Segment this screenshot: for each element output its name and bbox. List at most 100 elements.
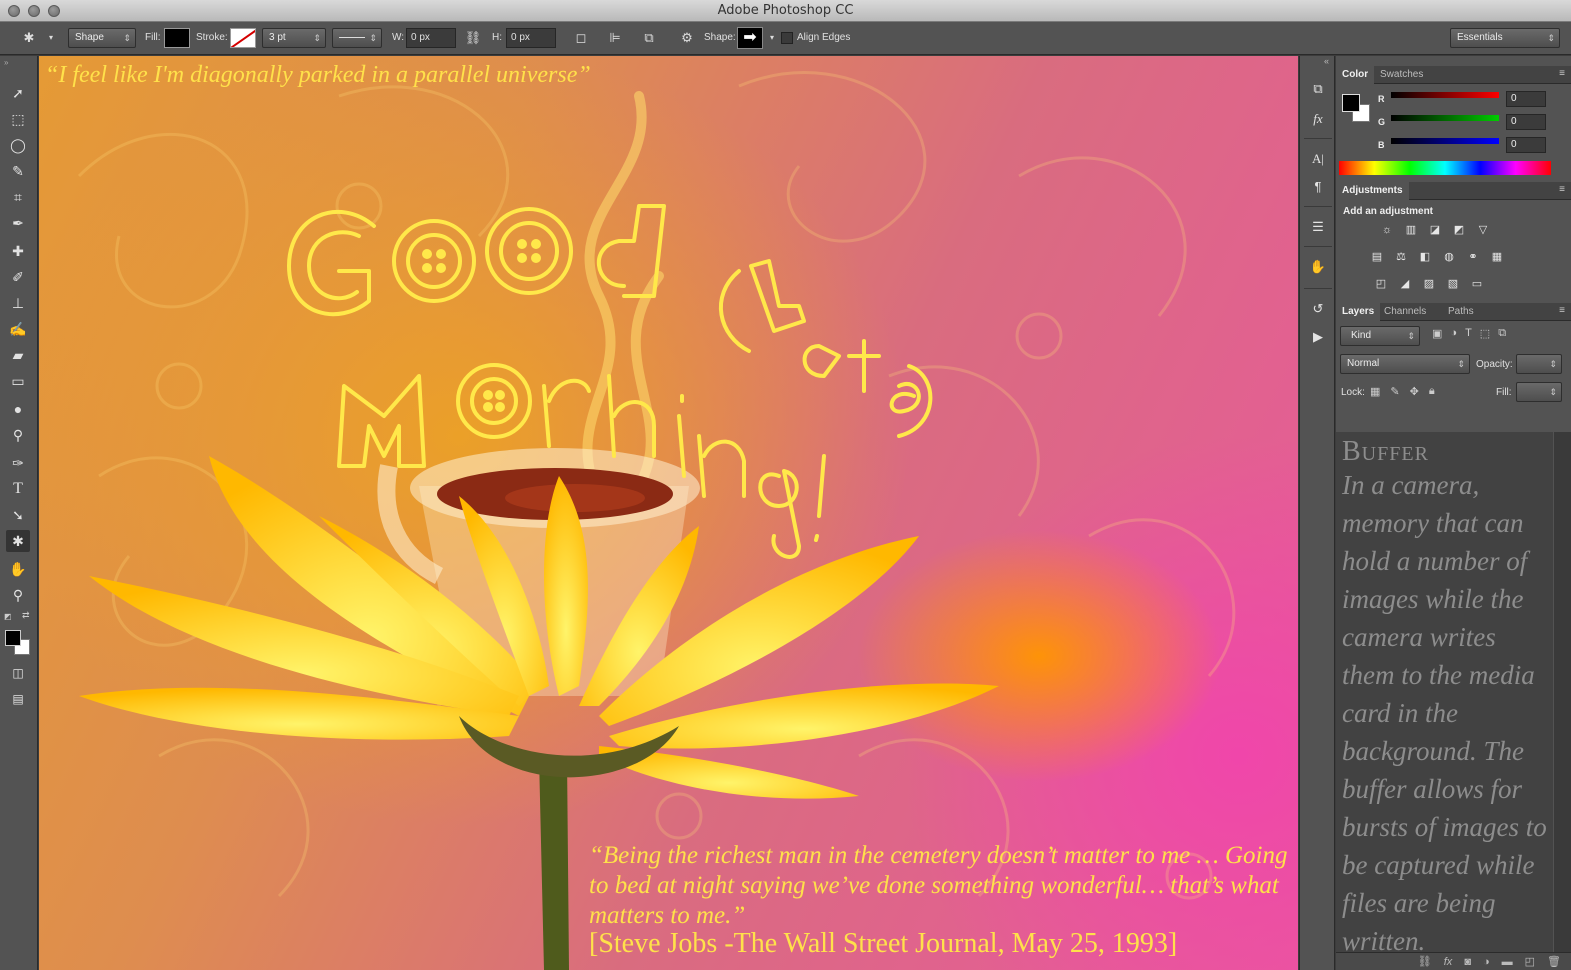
- brightness-contrast-icon[interactable]: ☼: [1378, 222, 1396, 238]
- gradient-map-icon[interactable]: ▭: [1468, 276, 1486, 292]
- shape-picker-arrow-icon[interactable]: ➡: [737, 27, 763, 49]
- lock-all-icon[interactable]: 🔒︎: [1429, 385, 1435, 398]
- opacity-field[interactable]: [1516, 354, 1562, 374]
- trash-icon[interactable]: 🗑︎: [1547, 953, 1561, 970]
- type-tool-icon[interactable]: T: [6, 478, 30, 500]
- lock-image-pixels-icon[interactable]: ✎: [1390, 385, 1399, 398]
- add-mask-icon[interactable]: ◙: [1464, 953, 1471, 970]
- eyedropper-tool-icon[interactable]: ✒: [6, 212, 30, 234]
- curves-icon[interactable]: ◪: [1426, 222, 1444, 238]
- default-colors-icon[interactable]: ◩: [4, 612, 12, 621]
- b-value-field[interactable]: 0: [1506, 137, 1546, 153]
- lasso-tool-icon[interactable]: ◯: [6, 134, 30, 156]
- gear-icon[interactable]: ⚙: [678, 29, 696, 47]
- black-white-icon[interactable]: ◧: [1416, 249, 1434, 265]
- posterize-icon[interactable]: ◢: [1396, 276, 1414, 292]
- clone-stamp-tool-icon[interactable]: ⊥: [6, 292, 30, 314]
- blend-mode-select[interactable]: Normal: [1340, 354, 1470, 374]
- tool-presets-icon[interactable]: ✋: [1307, 256, 1329, 278]
- height-field[interactable]: 0 px: [506, 28, 556, 48]
- new-layer-icon[interactable]: ◰: [1525, 953, 1535, 970]
- layer-fill-field[interactable]: [1516, 382, 1562, 402]
- path-selection-tool-icon[interactable]: ➘: [6, 504, 30, 526]
- pen-tool-icon[interactable]: ✑: [6, 452, 30, 474]
- path-arrangement-icon[interactable]: ⧉: [640, 29, 658, 47]
- marquee-tool-icon[interactable]: ⬚: [6, 108, 30, 130]
- selective-color-icon[interactable]: ▧: [1444, 276, 1462, 292]
- panel-menu-icon[interactable]: ≡: [1559, 305, 1565, 316]
- tab-swatches[interactable]: Swatches: [1374, 66, 1429, 84]
- width-field[interactable]: 0 px: [406, 28, 456, 48]
- 3d-panel-icon[interactable]: ⧉: [1307, 78, 1329, 100]
- quick-select-tool-icon[interactable]: ✎: [6, 160, 30, 182]
- properties-panel-icon[interactable]: ☰: [1307, 216, 1329, 238]
- exposure-icon[interactable]: ◩: [1450, 222, 1468, 238]
- channel-mixer-icon[interactable]: ⚭: [1464, 249, 1482, 265]
- tab-channels[interactable]: Channels: [1378, 303, 1432, 321]
- link-layers-icon[interactable]: ⛓: [1418, 953, 1432, 970]
- new-group-icon[interactable]: ▬: [1502, 953, 1513, 970]
- b-slider[interactable]: [1391, 138, 1499, 144]
- shape-filter-icon[interactable]: ⬚: [1480, 327, 1490, 340]
- tab-adjustments[interactable]: Adjustments: [1336, 182, 1409, 200]
- foreground-color-swatch[interactable]: [5, 630, 21, 646]
- color-spectrum-ramp[interactable]: [1339, 161, 1551, 175]
- layer-filter-select[interactable]: Kind: [1340, 326, 1420, 346]
- new-adjustment-layer-icon[interactable]: ◑: [1483, 953, 1490, 970]
- smart-object-filter-icon[interactable]: ⧉: [1498, 327, 1506, 340]
- workspace-select[interactable]: Essentials: [1450, 28, 1560, 48]
- document-canvas[interactable]: “I feel like I'm diagonally parked in a …: [39, 56, 1298, 970]
- tool-preset-dropdown-icon[interactable]: ▾: [42, 29, 60, 47]
- r-slider[interactable]: [1391, 92, 1499, 98]
- layers-scrollbar[interactable]: [1554, 432, 1571, 952]
- shape-picker-dropdown-icon[interactable]: ▾: [763, 29, 781, 47]
- align-edges-checkbox[interactable]: [781, 32, 793, 44]
- dodge-tool-icon[interactable]: ⚲: [6, 424, 30, 446]
- lock-position-icon[interactable]: ✥: [1410, 385, 1419, 398]
- zoom-tool-icon[interactable]: ⚲: [6, 584, 30, 606]
- path-operations-icon[interactable]: ◻: [572, 29, 590, 47]
- healing-brush-tool-icon[interactable]: ✚: [6, 240, 30, 262]
- color-panel-foreground-swatch[interactable]: [1342, 94, 1360, 112]
- r-value-field[interactable]: 0: [1506, 91, 1546, 107]
- color-lookup-icon[interactable]: ▦: [1488, 249, 1506, 265]
- history-panel-icon[interactable]: ↺: [1307, 298, 1329, 320]
- levels-icon[interactable]: ▥: [1402, 222, 1420, 238]
- path-alignment-icon[interactable]: ⊫: [606, 29, 624, 47]
- hue-saturation-icon[interactable]: ▤: [1368, 249, 1386, 265]
- invert-icon[interactable]: ◰: [1372, 276, 1390, 292]
- gradient-tool-icon[interactable]: ▭: [6, 370, 30, 392]
- brush-tool-icon[interactable]: ✐: [6, 266, 30, 288]
- link-icon[interactable]: ⛓: [464, 29, 482, 47]
- custom-shape-tool-icon[interactable]: ✱: [20, 29, 38, 47]
- collapse-dock-icon[interactable]: «: [1324, 56, 1329, 66]
- pixel-filter-icon[interactable]: ▣: [1432, 327, 1442, 340]
- swap-colors-icon[interactable]: ⇄: [22, 610, 30, 621]
- threshold-icon[interactable]: ▨: [1420, 276, 1438, 292]
- hand-tool-icon[interactable]: ✋: [6, 558, 30, 580]
- eraser-tool-icon[interactable]: ▰: [6, 344, 30, 366]
- collapse-toolbar-icon[interactable]: »: [4, 58, 8, 67]
- tab-paths[interactable]: Paths: [1442, 303, 1480, 321]
- lock-transparent-pixels-icon[interactable]: ▦: [1370, 385, 1380, 398]
- tab-layers[interactable]: Layers: [1336, 303, 1381, 321]
- vibrance-icon[interactable]: ▽: [1474, 222, 1492, 238]
- styles-fx-icon[interactable]: fx: [1307, 108, 1329, 130]
- stroke-type-select[interactable]: [332, 28, 382, 48]
- crop-tool-icon[interactable]: ⌗: [6, 186, 30, 208]
- move-tool-icon[interactable]: ➚: [6, 82, 30, 104]
- actions-play-icon[interactable]: ▶: [1307, 326, 1329, 348]
- paragraph-panel-icon[interactable]: ¶: [1307, 176, 1329, 198]
- g-slider[interactable]: [1391, 115, 1499, 121]
- tab-color[interactable]: Color: [1336, 66, 1375, 84]
- screen-mode-icon[interactable]: ▤: [6, 688, 30, 710]
- mode-select[interactable]: Shape: [68, 28, 136, 48]
- stroke-width-field[interactable]: 3 pt: [262, 28, 326, 48]
- quick-mask-icon[interactable]: ◫: [6, 662, 30, 684]
- type-filter-icon[interactable]: T: [1465, 327, 1472, 340]
- stroke-swatch[interactable]: [230, 28, 256, 48]
- panel-menu-icon[interactable]: ≡: [1559, 68, 1565, 79]
- custom-shape-tool-icon[interactable]: ✱: [6, 530, 30, 552]
- color-balance-icon[interactable]: ⚖: [1392, 249, 1410, 265]
- photo-filter-icon[interactable]: ◍: [1440, 249, 1458, 265]
